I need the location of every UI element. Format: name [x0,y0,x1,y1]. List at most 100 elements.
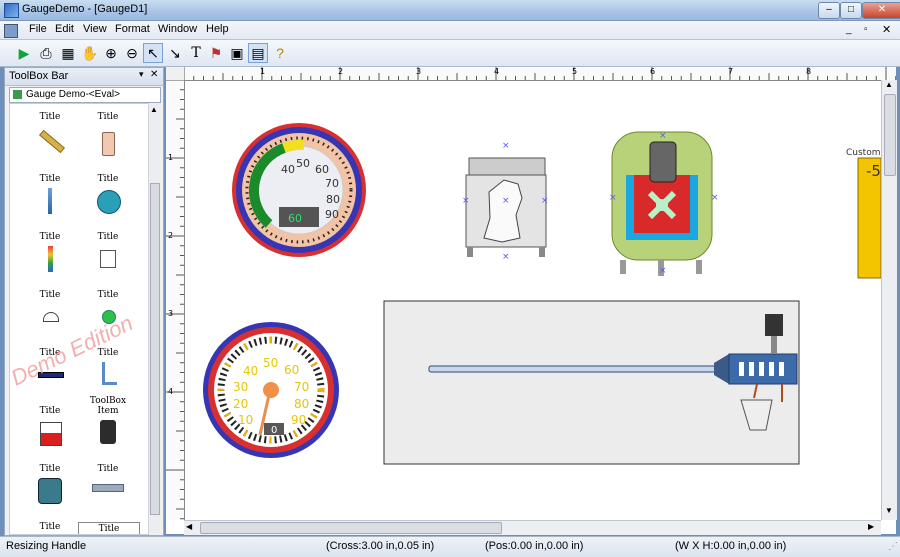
toolbox-dropdown-icon[interactable]: ▾ [139,69,144,80]
toolbox-scrollbar[interactable]: ▲ [148,103,160,533]
toolbox-item[interactable]: Title [78,478,140,534]
custom-gauge[interactable]: Custom -5 [846,148,881,279]
scroll-thumb[interactable] [150,183,160,515]
custom-gauge-value: -5 [866,162,881,180]
toolbox-item[interactable]: Title [20,478,80,532]
selection-handle[interactable]: × [502,141,510,151]
toolbox-item[interactable]: Title [78,246,138,300]
close-button[interactable]: ✕ [862,2,900,19]
status-size: (W X H:0.00 in,0.00 in) [675,540,787,552]
traffic-light-icon [100,420,116,444]
toolbox-item[interactable]: Title [78,104,138,122]
tank-leg [467,247,473,257]
doc-close-button[interactable]: ✕ [882,23,891,36]
menu-view[interactable]: View [83,23,107,35]
vruler-label: 1 [168,153,174,162]
design-canvas[interactable]: 1 2 3 4 5 6 7 8 1 2 3 4 40 50 60 70 80 9… [166,67,897,535]
gauge1-tick-label: 70 [325,177,339,190]
gauge1-tick-label: 50 [296,157,310,170]
help-icon[interactable]: ? [270,43,290,63]
hscroll-thumb[interactable] [200,522,502,534]
scroll-up-icon[interactable]: ▲ [150,105,158,114]
vscroll-thumb[interactable] [884,94,896,176]
resize-grip-icon[interactable]: ⋰ [888,541,898,552]
document-icon[interactable] [4,24,18,38]
line-icon[interactable]: ↘ [165,43,185,63]
toolbox-item[interactable]: Title [20,104,80,122]
toolbox-item[interactable]: Title [20,188,80,242]
scroll-left-icon[interactable]: ◀ [186,522,192,531]
valve-slot [739,362,744,376]
selection-handle[interactable]: × [659,266,667,276]
menu-edit[interactable]: Edit [55,23,74,35]
print-icon[interactable]: ⎙ [36,43,56,63]
text-icon[interactable]: T [186,43,206,63]
level-bar-icon [48,246,53,272]
selection-handle[interactable]: × [502,252,510,262]
run-icon[interactable]: ▶ [14,43,34,63]
canvas-horizontal-scrollbar[interactable]: ◀ ▶ [184,520,881,535]
vruler-label: 3 [168,309,174,318]
scroll-down-icon[interactable]: ▼ [885,506,893,515]
selection-handle[interactable]: × [659,131,667,141]
gauge2-hub [263,382,279,398]
status-message: Resizing Handle [6,540,87,552]
hruler-label: 5 [572,67,578,76]
status-bar: Resizing Handle (Cross:3.00 in,0.05 in) … [0,536,900,557]
scroll-right-icon[interactable]: ▶ [868,522,874,531]
toolbox-item[interactable]: Title [78,420,138,474]
toolbox-item[interactable]: Title [78,188,138,242]
sheet-icon [13,90,22,99]
valve-icon [92,484,124,492]
gauge-dial-2[interactable]: 10 20 30 40 50 60 70 80 90 0 [203,322,339,458]
gauge2-tick-label: 70 [294,380,309,394]
hruler-label: 6 [650,67,656,76]
gauge-dial-1[interactable]: 40 50 60 70 80 90 60 [232,123,366,257]
doc-restore-button[interactable]: ▫ [864,24,868,35]
toolbox-item[interactable]: ToolBox Item [78,362,138,416]
flag-icon[interactable]: ⚑ [206,43,226,63]
selection-handle[interactable]: × [609,193,617,203]
hruler-label: 1 [260,67,266,76]
toolbox-header: ToolBox Bar ▾ ✕ [5,68,163,86]
window-icon[interactable]: ▤ [248,43,268,63]
mixer-tank[interactable]: × × × × [609,131,719,276]
valve-shaft [428,365,730,373]
toolbox-item[interactable]: Title [20,420,80,474]
valve-slot [759,362,764,376]
toolbox-tab[interactable]: Gauge Demo-<Eval> [9,87,161,103]
zoom-out-icon[interactable]: ⊖ [122,43,142,63]
selection-handle[interactable]: × [711,193,719,203]
vruler-ticks [166,80,184,520]
menu-file[interactable]: File [29,23,47,35]
minimize-button[interactable]: – [818,2,840,19]
scroll-up-icon[interactable]: ▲ [885,80,893,89]
select-pointer-icon[interactable]: ↖ [143,43,163,63]
valve-panel[interactable] [383,300,800,465]
toolbox-close-icon[interactable]: ✕ [150,69,158,80]
zoom-in-icon[interactable]: ⊕ [101,43,121,63]
menu-format[interactable]: Format [115,23,150,35]
doc-minimize-button[interactable]: _ [846,24,852,35]
hruler-label: 8 [806,67,812,76]
grid-icon[interactable]: ▦ [58,43,78,63]
cylinder-tank[interactable]: × × × × × [462,141,549,262]
menu-window[interactable]: Window [158,23,197,35]
maximize-button[interactable]: □ [840,2,862,19]
toolbox-item[interactable]: Title [20,129,80,184]
hruler-label: 7 [728,67,734,76]
status-position: (Pos:0.00 in,0.00 in) [485,540,584,552]
hand-icon[interactable]: ✋ [80,43,100,63]
toolbox-item[interactable]: Title [20,246,80,300]
selection-handle[interactable]: × [462,196,470,206]
menu-bar: File Edit View Format Window Help _ ▫ ✕ [0,21,900,40]
selection-handle[interactable]: × [541,196,549,206]
drawing-surface[interactable]: 40 50 60 70 80 90 60 10 20 30 40 50 60 7… [184,80,881,520]
image-icon[interactable]: ▣ [227,43,247,63]
toolbox-item[interactable]: Title [78,130,138,184]
title-bar: GaugeDemo - [GaugeD1] – □ ✕ [0,0,900,21]
menu-help[interactable]: Help [206,23,229,35]
canvas-vertical-scrollbar[interactable]: ▲ ▼ [881,80,897,520]
selection-handle[interactable]: × [502,196,510,206]
vruler-label: 4 [168,387,174,396]
